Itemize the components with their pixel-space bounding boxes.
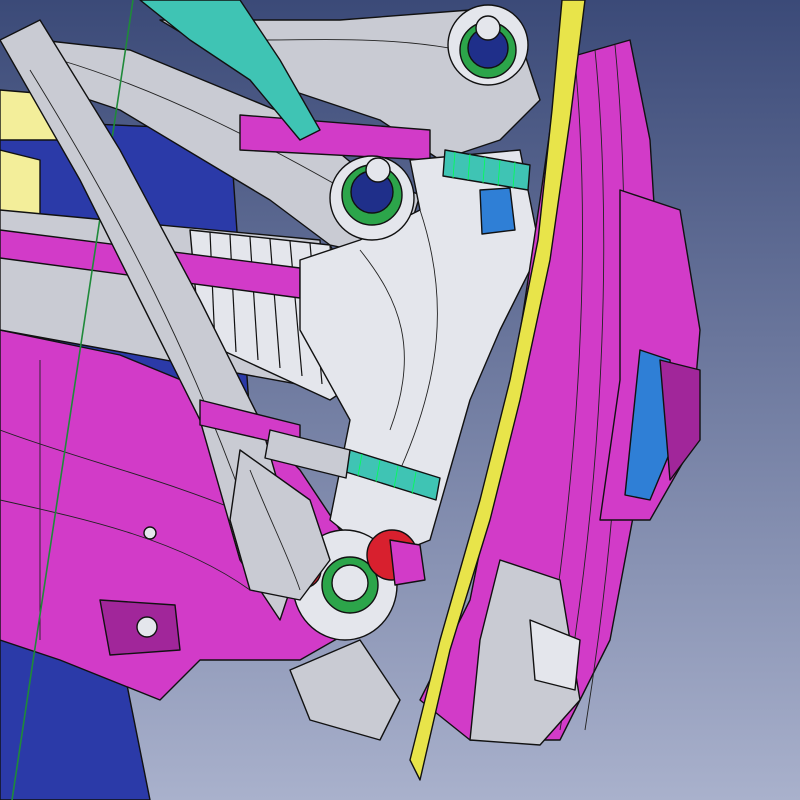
ball-joint-upper <box>447 4 529 86</box>
suspension-assembly-render <box>0 0 800 800</box>
cad-viewport[interactable] <box>0 0 800 800</box>
